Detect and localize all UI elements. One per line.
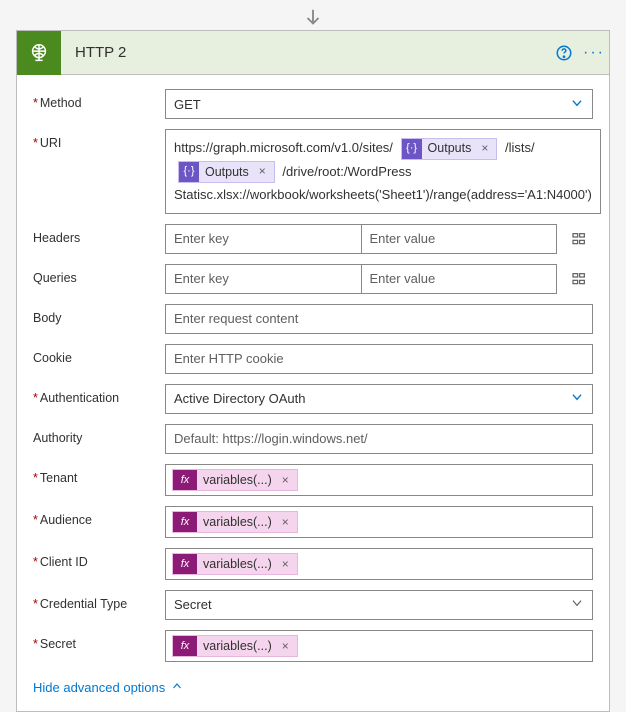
- variables-token[interactable]: fx variables(...) ×: [172, 635, 298, 657]
- remove-token-icon[interactable]: ×: [255, 161, 270, 183]
- cookie-input[interactable]: Enter HTTP cookie: [165, 344, 593, 374]
- headers-value-input[interactable]: Enter value: [362, 224, 558, 254]
- uri-label: *URI: [33, 129, 165, 150]
- secret-input[interactable]: fx variables(...) ×: [165, 630, 593, 662]
- remove-token-icon[interactable]: ×: [477, 138, 492, 160]
- credtype-label: *Credential Type: [33, 590, 165, 611]
- outputs-token[interactable]: {·} Outputs ×: [178, 161, 275, 183]
- headers-key-input[interactable]: Enter key: [165, 224, 362, 254]
- clientid-input[interactable]: fx variables(...) ×: [165, 548, 593, 580]
- method-label: *Method: [33, 89, 165, 110]
- http-action-card: HTTP 2 ··· *Method GET: [16, 30, 610, 712]
- switch-mode-icon[interactable]: [565, 225, 593, 253]
- fx-icon: fx: [173, 512, 197, 532]
- audience-label: *Audience: [33, 506, 165, 527]
- dynamic-content-icon: {·}: [179, 162, 199, 182]
- authentication-label: *Authentication: [33, 384, 165, 405]
- dynamic-content-icon: {·}: [402, 139, 422, 159]
- flow-arrow-in: [302, 0, 324, 30]
- secret-label: *Secret: [33, 630, 165, 651]
- card-header[interactable]: HTTP 2 ···: [17, 31, 609, 75]
- method-select[interactable]: GET: [165, 89, 593, 119]
- chevron-down-icon: [570, 390, 584, 407]
- switch-mode-icon[interactable]: [565, 265, 593, 293]
- variables-token[interactable]: fx variables(...) ×: [172, 511, 298, 533]
- body-label: Body: [33, 304, 165, 325]
- variables-token[interactable]: fx variables(...) ×: [172, 469, 298, 491]
- variables-token[interactable]: fx variables(...) ×: [172, 553, 298, 575]
- authentication-select[interactable]: Active Directory OAuth: [165, 384, 593, 414]
- headers-label: Headers: [33, 224, 165, 245]
- card-title: HTTP 2: [61, 44, 549, 61]
- chevron-down-icon: [570, 96, 584, 113]
- help-icon[interactable]: [549, 31, 579, 75]
- queries-label: Queries: [33, 264, 165, 285]
- clientid-label: *Client ID: [33, 548, 165, 569]
- fx-icon: fx: [173, 554, 197, 574]
- tenant-label: *Tenant: [33, 464, 165, 485]
- outputs-token[interactable]: {·} Outputs ×: [401, 138, 498, 160]
- authority-input[interactable]: Default: https://login.windows.net/: [165, 424, 593, 454]
- http-icon: [17, 31, 61, 75]
- remove-token-icon[interactable]: ×: [278, 639, 293, 653]
- tenant-input[interactable]: fx variables(...) ×: [165, 464, 593, 496]
- credtype-select[interactable]: Secret: [165, 590, 593, 620]
- fx-icon: fx: [173, 636, 197, 656]
- chevron-up-icon: [171, 680, 183, 695]
- uri-input[interactable]: https://graph.microsoft.com/v1.0/sites/ …: [165, 129, 601, 214]
- queries-value-input[interactable]: Enter value: [362, 264, 558, 294]
- hide-advanced-link[interactable]: Hide advanced options: [33, 680, 183, 695]
- fx-icon: fx: [173, 470, 197, 490]
- remove-token-icon[interactable]: ×: [278, 557, 293, 571]
- chevron-down-icon: [570, 596, 584, 613]
- queries-key-input[interactable]: Enter key: [165, 264, 362, 294]
- remove-token-icon[interactable]: ×: [278, 473, 293, 487]
- authority-label: Authority: [33, 424, 165, 445]
- cookie-label: Cookie: [33, 344, 165, 365]
- body-input[interactable]: Enter request content: [165, 304, 593, 334]
- audience-input[interactable]: fx variables(...) ×: [165, 506, 593, 538]
- remove-token-icon[interactable]: ×: [278, 515, 293, 529]
- more-icon[interactable]: ···: [579, 31, 609, 75]
